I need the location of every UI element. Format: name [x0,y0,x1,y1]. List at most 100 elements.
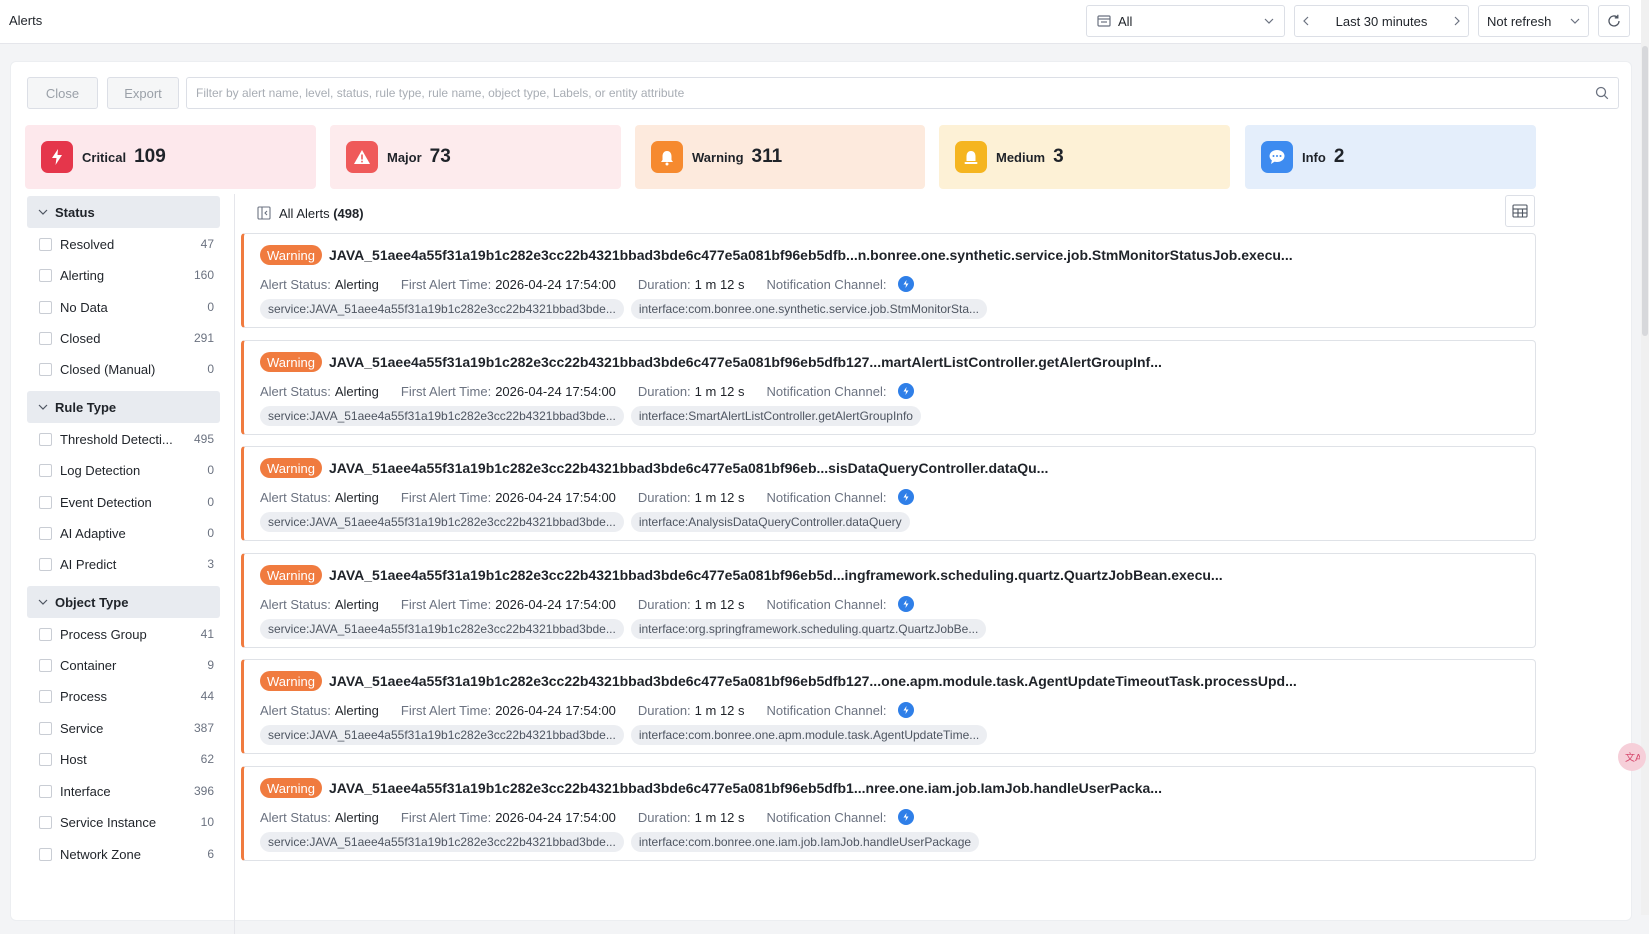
filter-item-log-detection[interactable]: Log Detection 0 [39,460,214,480]
time-range-picker[interactable]: Last 30 minutes [1294,5,1469,37]
alert-card[interactable]: Warning JAVA_51aee4a55f31a19b1c282e3cc22b… [241,340,1536,435]
filter-item-process-group[interactable]: Process Group 41 [39,624,214,644]
notification-channel-icon[interactable] [898,809,915,825]
filter-item-service-instance[interactable]: Service Instance 10 [39,812,214,832]
checkbox[interactable] [39,432,52,446]
filter-item-no-data[interactable]: No Data 0 [39,297,214,317]
filter-item-ai-predict[interactable]: AI Predict 3 [39,554,214,574]
filter-item-label: Alerting [60,267,105,283]
checkbox[interactable] [39,463,52,477]
notification-channel-icon[interactable] [898,702,915,718]
filter-item-interface[interactable]: Interface 396 [39,781,214,801]
auto-refresh-select[interactable]: Not refresh [1478,5,1589,37]
service-tag[interactable]: service:JAVA_51aee4a55f31a19b1c282e3cc22… [260,832,624,852]
checkbox[interactable] [39,627,52,641]
alert-card[interactable]: Warning JAVA_51aee4a55f31a19b1c282e3cc22b… [241,659,1536,754]
checkbox[interactable] [39,752,52,766]
level-card-medium[interactable]: Medium 3 [939,125,1230,189]
filter-bar[interactable] [186,77,1619,109]
refresh-button[interactable] [1598,5,1630,37]
checkbox[interactable] [39,557,52,571]
filter-group-object-type[interactable]: Object Type [27,586,220,618]
interface-tag[interactable]: interface:com.bonree.one.synthetic.servi… [630,299,988,319]
filter-item-label: Service Instance [60,814,157,830]
filter-item-threshold-detection[interactable]: Threshold Detecti... 495 [39,429,214,449]
level-card-info[interactable]: Info 2 [1245,125,1536,189]
filter-item-count: 0 [207,463,214,477]
alert-card[interactable]: Warning JAVA_51aee4a55f31a19b1c282e3cc22b… [241,553,1536,648]
search-icon[interactable] [1595,86,1609,100]
translate-widget-button[interactable]: 文A [1618,743,1646,771]
service-tag[interactable]: service:JAVA_51aee4a55f31a19b1c282e3cc22… [260,619,624,639]
checkbox[interactable] [39,847,52,861]
chevron-right-icon[interactable] [1454,16,1460,26]
service-tag[interactable]: service:JAVA_51aee4a55f31a19b1c282e3cc22… [260,725,624,745]
filter-item-alerting[interactable]: Alerting 160 [39,265,214,285]
notification-channel-icon[interactable] [898,596,915,612]
filter-item-closed-manual[interactable]: Closed (Manual) 0 [39,359,214,379]
checkbox[interactable] [39,237,52,251]
table-view-button[interactable] [1505,195,1535,227]
level-badge: Warning [260,671,322,691]
alert-status-value: Alerting [334,596,379,612]
filter-item-closed[interactable]: Closed 291 [39,328,214,348]
collapse-sidebar-icon[interactable] [257,206,271,220]
checkbox[interactable] [39,658,52,672]
service-tag[interactable]: service:JAVA_51aee4a55f31a19b1c282e3cc22… [260,299,624,319]
interface-tag[interactable]: interface:com.bonree.one.iam.job.IamJob.… [630,832,980,852]
interface-tag[interactable]: interface:com.bonree.one.apm.module.task… [630,725,988,745]
checkbox[interactable] [39,784,52,798]
alert-card[interactable]: Warning JAVA_51aee4a55f31a19b1c282e3cc22b… [241,766,1536,861]
level-card-critical[interactable]: Critical 109 [25,125,316,189]
filter-item-resolved[interactable]: Resolved 47 [39,234,214,254]
service-tag[interactable]: service:JAVA_51aee4a55f31a19b1c282e3cc22… [260,512,624,532]
filter-item-service[interactable]: Service 387 [39,718,214,738]
checkbox[interactable] [39,495,52,509]
filter-item-label: Log Detection [60,462,141,478]
level-card-warning[interactable]: Warning 311 [635,125,925,189]
interface-tag[interactable]: interface:AnalysisDataQueryController.da… [630,512,910,532]
alert-title[interactable]: JAVA_51aee4a55f31a19b1c282e3cc22b4321bba… [329,245,1524,265]
alert-title[interactable]: JAVA_51aee4a55f31a19b1c282e3cc22b4321bba… [329,458,1524,478]
interface-tag[interactable]: interface:org.springframework.scheduling… [630,619,987,639]
scope-select[interactable]: All [1086,5,1285,37]
checkbox[interactable] [39,689,52,703]
filter-item-container[interactable]: Container 9 [39,655,214,675]
page-scrollbar-thumb[interactable] [1642,46,1648,336]
checkbox[interactable] [39,268,52,282]
checkbox[interactable] [39,300,52,314]
service-tag[interactable]: service:JAVA_51aee4a55f31a19b1c282e3cc22… [260,406,624,426]
checkbox[interactable] [39,362,52,376]
checkbox[interactable] [39,721,52,735]
filter-group-status[interactable]: Status [27,196,220,228]
filter-item-ai-adaptive[interactable]: AI Adaptive 0 [39,523,214,543]
notification-channel-icon[interactable] [898,276,915,292]
checkbox[interactable] [39,815,52,829]
checkbox[interactable] [39,331,52,345]
export-button[interactable]: Export [107,77,179,109]
level-badge: Warning [260,245,322,265]
alert-title[interactable]: JAVA_51aee4a55f31a19b1c282e3cc22b4321bba… [329,565,1524,585]
notification-channel-icon[interactable] [898,489,915,505]
close-button[interactable]: Close [27,77,98,109]
filter-group-rule-type[interactable]: Rule Type [27,391,220,423]
warning-triangle-icon [346,141,378,173]
filter-item-network-zone[interactable]: Network Zone 6 [39,844,214,864]
level-card-major[interactable]: Major 73 [330,125,621,189]
notification-channel-key: Notification Channel: [766,596,887,612]
chevron-left-icon[interactable] [1303,16,1309,26]
filter-item-process[interactable]: Process 44 [39,686,214,706]
filter-input[interactable] [196,86,1595,100]
alert-title[interactable]: JAVA_51aee4a55f31a19b1c282e3cc22b4321bba… [329,778,1524,798]
interface-tag[interactable]: interface:SmartAlertListController.getAl… [630,406,921,426]
filter-item-event-detection[interactable]: Event Detection 0 [39,492,214,512]
alert-meta: Alert Status: Alerting First Alert Time: 20… [260,274,915,294]
alert-card[interactable]: Warning JAVA_51aee4a55f31a19b1c282e3cc22b… [241,233,1536,328]
checkbox[interactable] [39,526,52,540]
first-alert-time-key: First Alert Time: [400,276,492,292]
alert-card[interactable]: Warning JAVA_51aee4a55f31a19b1c282e3cc22b… [241,446,1536,541]
alert-title[interactable]: JAVA_51aee4a55f31a19b1c282e3cc22b4321bba… [329,671,1524,691]
filter-item-host[interactable]: Host 62 [39,749,214,769]
notification-channel-icon[interactable] [898,383,915,399]
alert-title[interactable]: JAVA_51aee4a55f31a19b1c282e3cc22b4321bba… [329,352,1524,372]
